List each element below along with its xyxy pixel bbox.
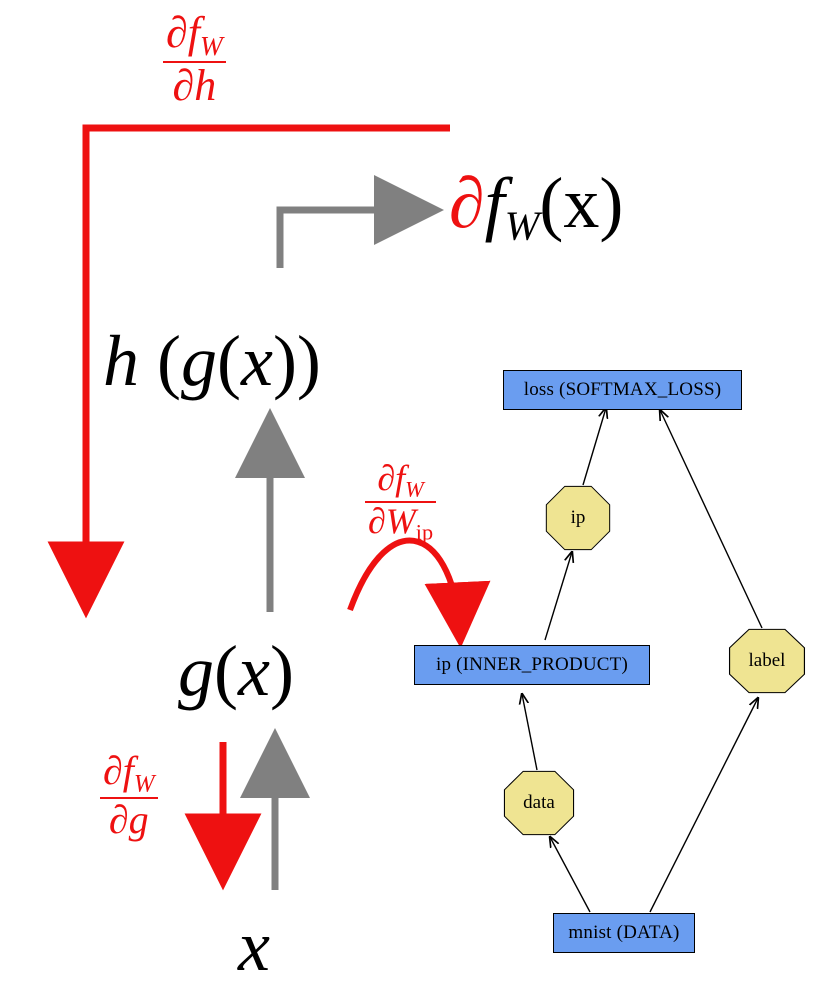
backprop-arrow-dfdWip (350, 541, 460, 635)
forward-arrow-to-fwx (280, 210, 430, 268)
edge-label-loss (660, 410, 762, 628)
edge-mnist-label (650, 698, 758, 912)
graph-node-data-oct: data (503, 770, 575, 836)
label-dfdh: ∂fW ∂h (163, 10, 226, 109)
graph-node-label-oct: label (728, 628, 806, 694)
graph-node-loss: loss (SOFTMAX_LOSS) (503, 370, 742, 410)
edge-data-ipbox (522, 694, 537, 770)
edge-ipbox-ipoct (545, 552, 572, 640)
edge-mnist-data (550, 837, 590, 912)
label-dfdg: ∂fW ∂g (100, 750, 158, 841)
graph-node-mnist: mnist (DATA) (553, 913, 695, 953)
graph-node-ip-oct: ip (545, 485, 611, 551)
label-fwx: ∂fW(x) (449, 162, 623, 251)
label-x: x (238, 905, 270, 988)
graph-node-ipbox: ip (INNER_PRODUCT) (414, 645, 650, 685)
label-dfdWip: ∂fW ∂Wip (365, 460, 436, 544)
edge-ipoct-loss (583, 408, 606, 485)
label-gx: g(x) (178, 630, 294, 713)
label-hgx: h (g(x)) (103, 320, 321, 403)
diagram-canvas: ∂fW ∂h ∂fW(x) h (g(x)) g(x) x ∂fW ∂g ∂fW… (0, 0, 838, 996)
